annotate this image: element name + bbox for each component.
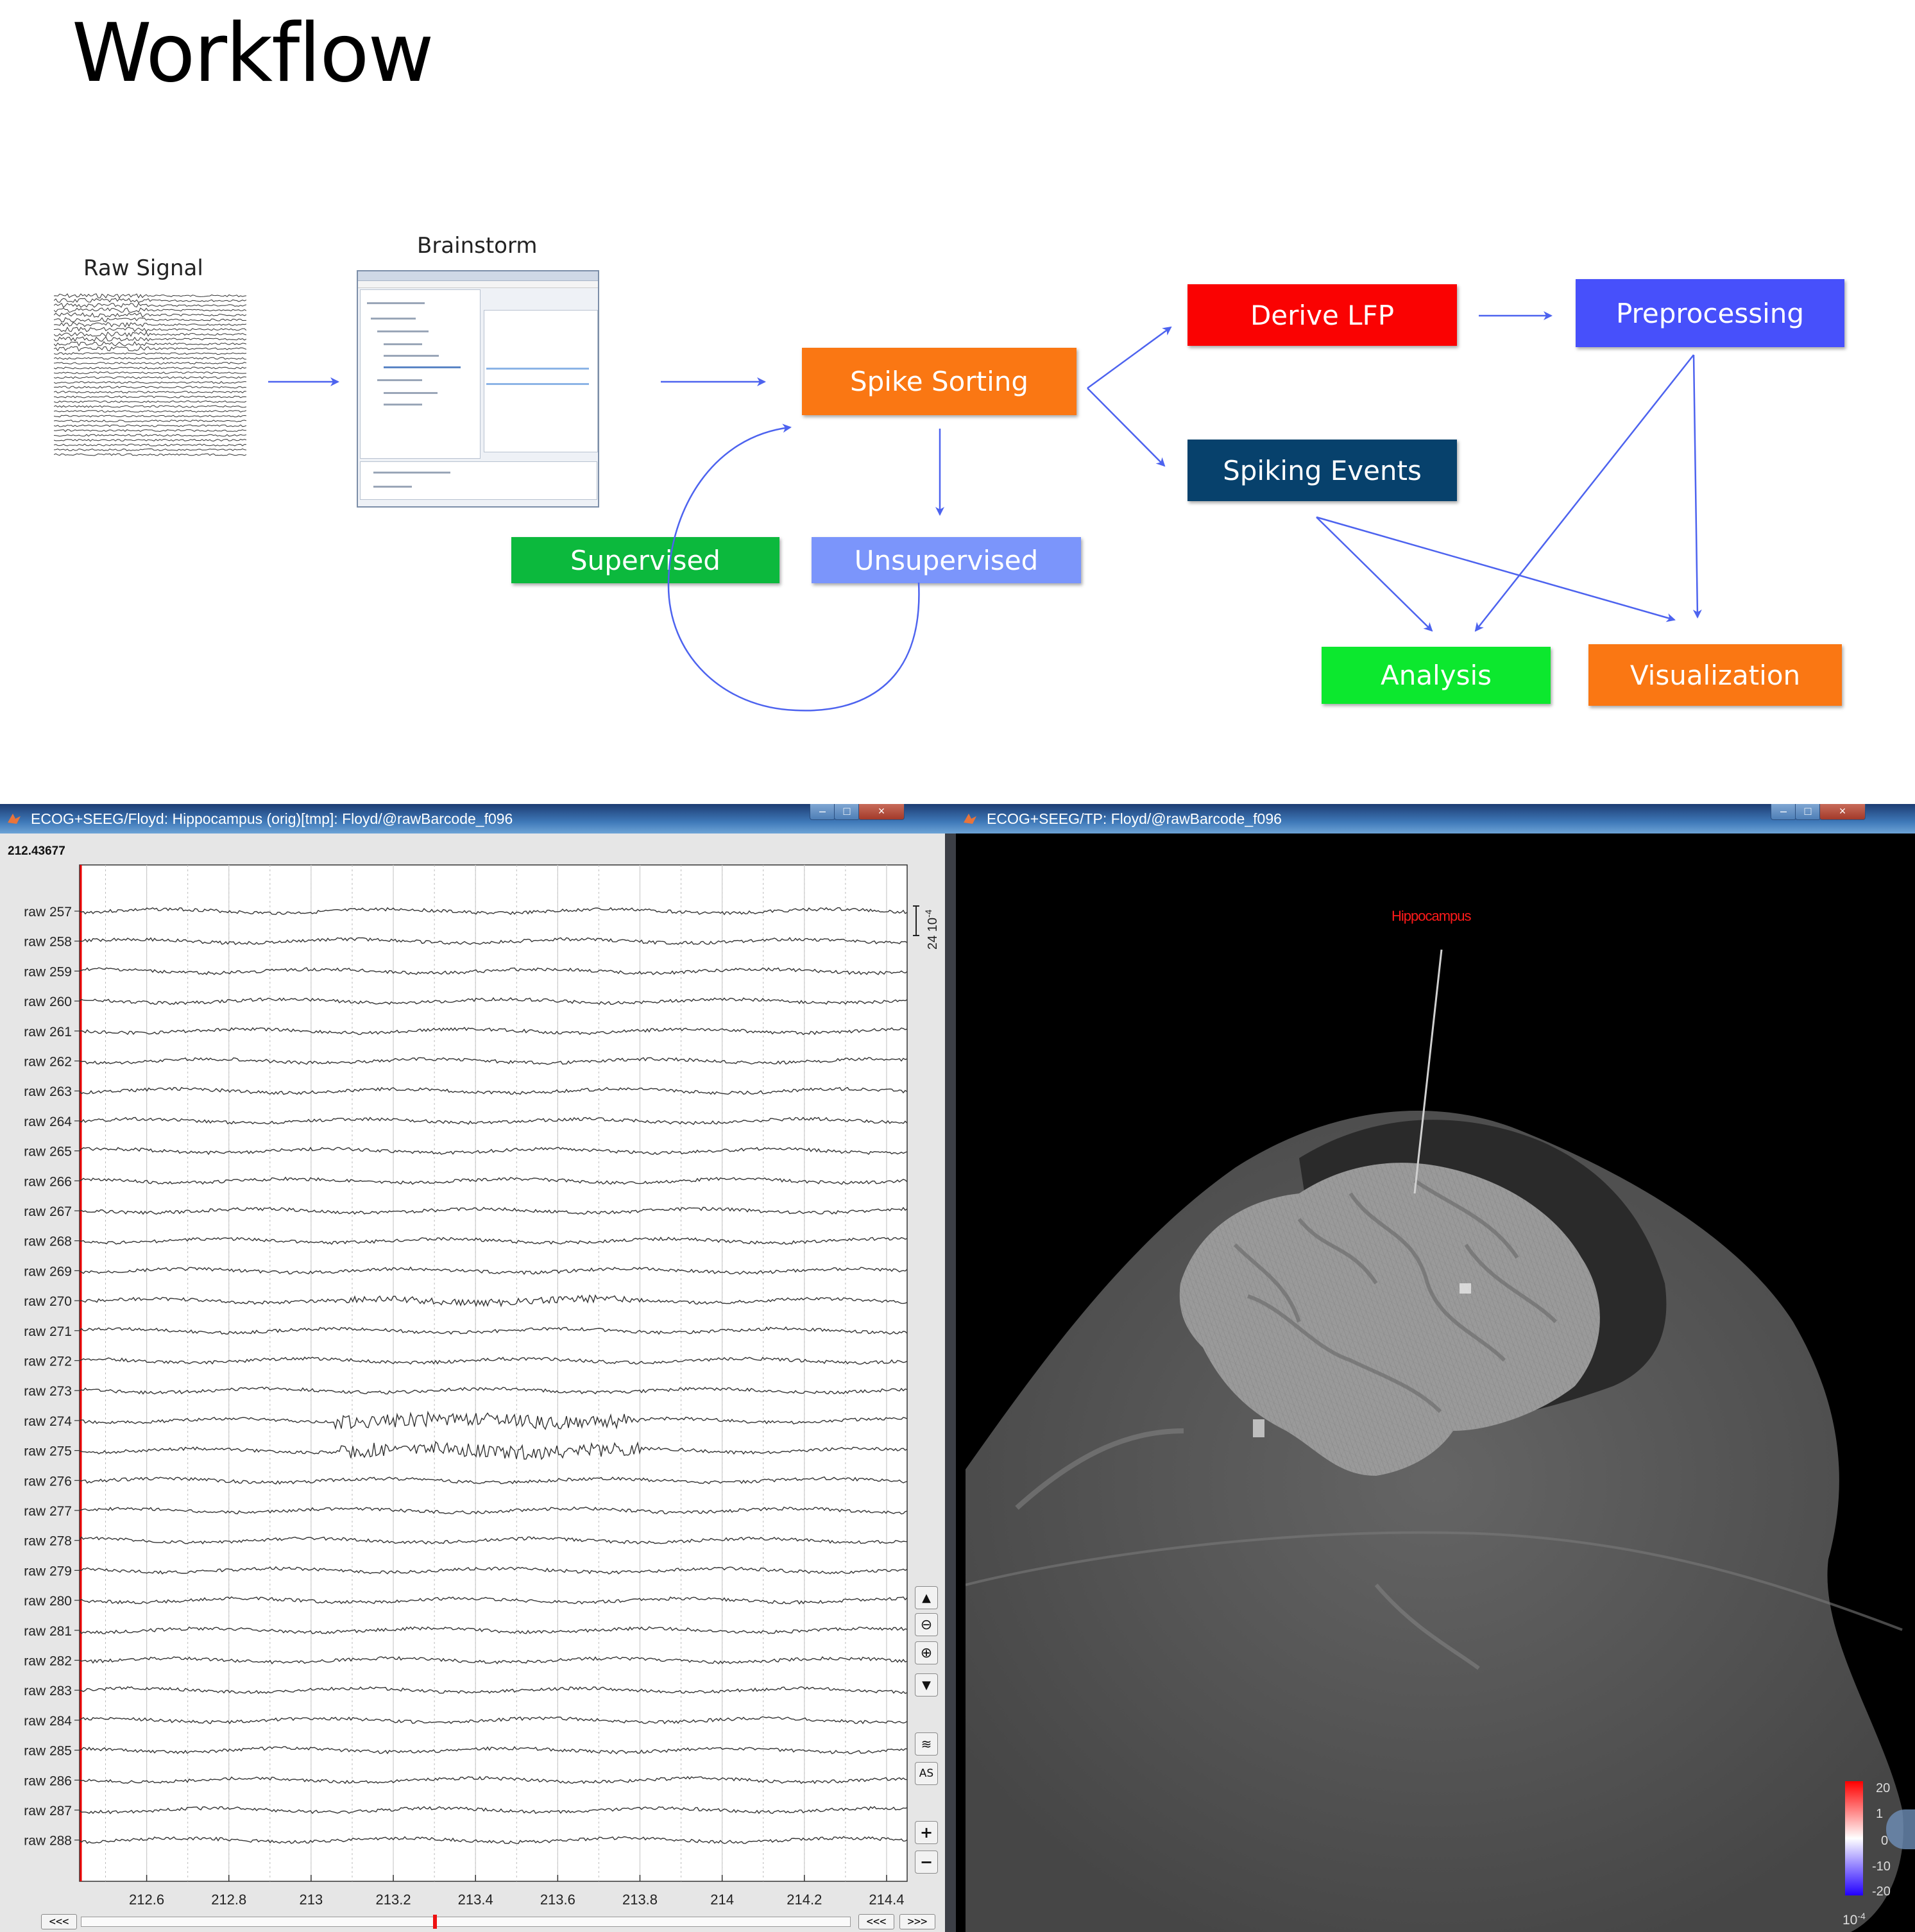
workflow-arrows — [268, 311, 1702, 712]
eeg-maximize-button[interactable]: □ — [834, 804, 860, 820]
x-tick-label: 214.2 — [787, 1892, 822, 1908]
channel-label: raw 275 — [24, 1444, 72, 1459]
zoom-in-icon: ⊕ — [920, 1645, 933, 1661]
scroll-down-button[interactable]: ▼ — [915, 1673, 938, 1697]
channel-label: raw 281 — [24, 1624, 72, 1639]
3d-minimize-button[interactable]: – — [1771, 804, 1796, 820]
autoscale-button[interactable]: AS — [915, 1762, 938, 1785]
channel-label: raw 268 — [24, 1235, 72, 1249]
channel-label: raw 257 — [24, 905, 72, 919]
channel-label: raw 274 — [24, 1414, 72, 1429]
nav-back-button[interactable]: <<< — [41, 1914, 77, 1929]
waves-icon: ≋ — [921, 1736, 932, 1752]
x-tick-label: 214 — [710, 1892, 734, 1908]
x-tick-label: 213.6 — [540, 1892, 575, 1908]
colorbar-label-m10: -10 — [1872, 1859, 1891, 1874]
channel-label: raw 263 — [24, 1084, 72, 1099]
channel-label: raw 261 — [24, 1025, 72, 1039]
x-tick-label: 213 — [300, 1892, 323, 1908]
x-tick-label: 212.6 — [129, 1892, 164, 1908]
arrow-spike-to-events — [1087, 388, 1166, 467]
channel-label: raw 258 — [24, 935, 72, 950]
channel-label: raw 266 — [24, 1174, 72, 1189]
zoom-out-button[interactable]: ⊖ — [915, 1613, 938, 1636]
eeg-plot: 212.6 212.8 213 213.2 213.4 213.6 213.8 214 214.… — [24, 864, 940, 1908]
channel-label: raw 278 — [24, 1534, 72, 1549]
electrode-label: Hippocampus — [1392, 908, 1472, 924]
eeg-minimize-button[interactable]: – — [810, 804, 835, 820]
channel-label: raw 273 — [24, 1384, 72, 1399]
3d-window-title: ECOG+SEEG/TP: Floyd/@rawBarcode_f096 — [987, 810, 1282, 827]
x-tick-label: 212.8 — [211, 1892, 246, 1908]
amplitude-scale-label: 24 10-4 — [923, 909, 940, 950]
channel-label: raw 264 — [24, 1115, 72, 1129]
time-slider[interactable] — [81, 1915, 851, 1929]
nav-next-button[interactable]: >>> — [899, 1914, 935, 1929]
time-slider-thumb[interactable] — [433, 1915, 437, 1929]
3d-maximize-button[interactable]: □ — [1795, 804, 1821, 820]
colorbar-label-min: -20 — [1872, 1885, 1891, 1899]
channel-label: raw 272 — [24, 1355, 72, 1369]
3d-close-button[interactable]: × — [1819, 804, 1866, 820]
channel-label: raw 284 — [24, 1714, 72, 1729]
eeg-window-title: ECOG+SEEG/Floyd: Hippocampus (orig)[tmp]… — [31, 810, 513, 827]
zoom-in-button[interactable]: ⊕ — [915, 1641, 938, 1664]
matlab-icon — [8, 814, 21, 824]
gain-decrease-button[interactable]: − — [915, 1851, 938, 1874]
channel-label: raw 259 — [24, 964, 72, 979]
nav-prev-button[interactable]: <<< — [858, 1914, 894, 1929]
channel-label: raw 283 — [24, 1684, 72, 1698]
gain-increase-button[interactable]: + — [915, 1821, 938, 1844]
channel-label: raw 271 — [24, 1324, 72, 1339]
channel-label: raw 285 — [24, 1744, 72, 1759]
channel-label: raw 267 — [24, 1204, 72, 1219]
arrow-pre-to-analysis — [1474, 354, 1694, 632]
montage-button[interactable]: ≋ — [915, 1732, 938, 1756]
x-tick-label: 213.4 — [458, 1892, 493, 1908]
x-tick-label: 213.8 — [622, 1892, 658, 1908]
channel-label: raw 287 — [24, 1804, 72, 1818]
channel-label: raw 286 — [24, 1774, 72, 1788]
colorbar-unit: 10-4 — [1843, 1911, 1866, 1928]
colorbar-label-max: 20 — [1876, 1781, 1891, 1795]
matlab-icon — [964, 814, 976, 824]
channel-label: raw 260 — [24, 995, 72, 1009]
channel-label: raw 277 — [24, 1504, 72, 1519]
arrow-feedback-loop — [667, 423, 920, 712]
colorbar-label-1: 1 — [1876, 1807, 1884, 1821]
3d-brain-view — [966, 949, 1903, 1932]
time-readout: 212.43677 — [8, 844, 65, 858]
x-tick-label: 214.4 — [869, 1892, 904, 1908]
channel-label: raw 288 — [24, 1834, 72, 1849]
scroll-up-button[interactable]: ▲ — [915, 1586, 938, 1609]
channel-label: raw 265 — [24, 1145, 72, 1159]
channel-label: raw 282 — [24, 1654, 72, 1669]
colorbar — [1845, 1781, 1863, 1895]
channel-label: raw 279 — [24, 1564, 72, 1578]
channel-label: raw 276 — [24, 1474, 72, 1489]
channel-label: raw 270 — [24, 1294, 72, 1309]
eeg-close-button[interactable]: × — [858, 804, 905, 820]
channel-label: raw 269 — [24, 1264, 72, 1279]
zoom-out-icon: ⊖ — [920, 1616, 933, 1633]
channel-label: raw 262 — [24, 1055, 72, 1070]
arrow-pre-to-visualization — [1692, 354, 1702, 619]
amplitude-scale-bar — [913, 905, 919, 936]
arrow-spike-to-lfp — [1087, 326, 1172, 389]
channel-label: raw 280 — [24, 1594, 72, 1609]
x-tick-label: 213.2 — [376, 1892, 411, 1908]
